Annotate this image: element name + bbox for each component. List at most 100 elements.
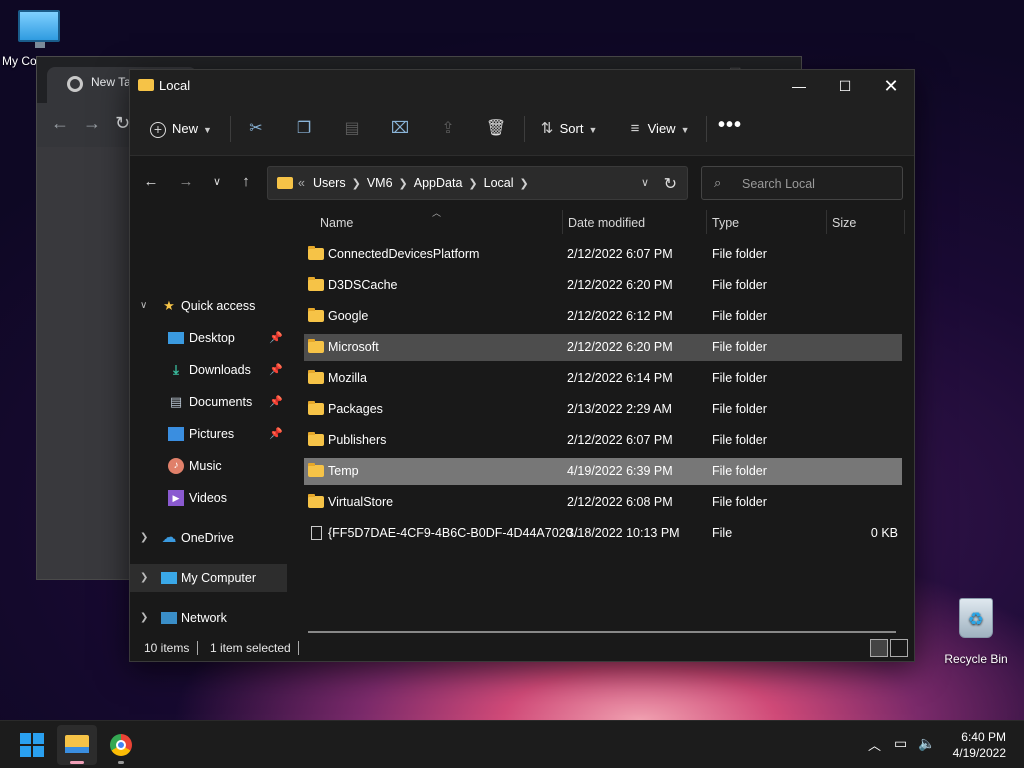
nav-item-desktop[interactable]: Desktop 📌	[130, 324, 287, 352]
file-row[interactable]: ConnectedDevicesPlatform 2/12/2022 6:07 …	[304, 241, 902, 268]
file-name: Google	[328, 309, 369, 323]
file-type: File folder	[712, 495, 767, 509]
nav-quick-access[interactable]: ∨ ★ Quick access	[130, 292, 287, 320]
download-icon: ⤓	[173, 362, 179, 377]
column-type[interactable]: Type	[712, 216, 739, 230]
breadcrumb-item-appdata[interactable]: AppData	[414, 176, 463, 190]
nav-item-downloads[interactable]: ⤓ Downloads 📌	[130, 356, 287, 384]
delete-icon[interactable]: 🗑	[481, 116, 511, 142]
horizontal-scrollbar[interactable]	[308, 631, 896, 633]
file-list: ︿ Name Date modified Type Size Connected…	[290, 208, 914, 628]
nav-label: OneDrive	[181, 531, 234, 545]
file-row[interactable]: Publishers 2/12/2022 6:07 PM File folder	[304, 427, 902, 454]
maximize-button[interactable]: ☐	[822, 70, 868, 102]
clock-date: 4/19/2022	[952, 746, 1006, 760]
breadcrumb-overflow[interactable]: «	[298, 176, 305, 190]
view-icon: ≡	[630, 120, 640, 137]
new-label: New	[172, 121, 199, 136]
desktop-icon-recycle-bin[interactable]: ♻ Recycle Bin	[940, 598, 1012, 666]
up-button[interactable]: ↑	[234, 173, 258, 193]
file-row[interactable]: VirtualStore 2/12/2022 6:08 PM File fold…	[304, 489, 902, 516]
column-size[interactable]: Size	[832, 216, 856, 230]
recent-locations-button[interactable]: ∨	[205, 175, 229, 195]
status-divider	[298, 641, 299, 655]
refresh-icon[interactable]: ↻	[664, 174, 677, 194]
system-clock[interactable]: 6:40 PM 4/19/2022	[953, 729, 1006, 761]
clock-time: 6:40 PM	[961, 730, 1006, 744]
file-row[interactable]: Packages 2/13/2022 2:29 AM File folder	[304, 396, 902, 423]
file-date: 2/12/2022 6:07 PM	[567, 433, 673, 447]
chrome-back-icon[interactable]: ←	[51, 113, 69, 134]
file-row-selected[interactable]: Temp 4/19/2022 6:39 PM File folder	[304, 458, 902, 485]
toolbar-divider	[706, 116, 707, 142]
chevron-up-icon[interactable]: ︿	[868, 735, 881, 754]
plus-icon: +	[150, 121, 166, 138]
view-button[interactable]: ≡ View ▼	[626, 116, 690, 142]
sort-button[interactable]: ⇅ Sort ▼	[538, 116, 598, 142]
rename-icon[interactable]: ⌧	[385, 116, 415, 142]
column-divider[interactable]	[706, 210, 707, 234]
column-divider[interactable]	[562, 210, 563, 234]
chevron-down-icon[interactable]: ∨	[140, 292, 147, 320]
breadcrumb-item-local[interactable]: Local	[484, 176, 514, 190]
file-row[interactable]: {FF5D7DAE-4CF9-4B6C-B0DF-4D44A7020... 3/…	[304, 520, 902, 547]
column-divider[interactable]	[826, 210, 827, 234]
breadcrumb-item-users[interactable]: Users	[313, 176, 346, 190]
tiles-view-button[interactable]	[890, 639, 908, 657]
selection-count: 1 item selected	[210, 641, 291, 655]
pictures-icon	[168, 427, 184, 441]
breadcrumb-item-vm6[interactable]: VM6	[367, 176, 393, 190]
file-row-hovered[interactable]: Microsoft 2/12/2022 6:20 PM File folder	[304, 334, 902, 361]
copy-icon[interactable]: ❐	[289, 116, 319, 142]
column-name[interactable]: Name	[320, 216, 353, 230]
item-count: 10 items	[144, 641, 190, 655]
back-button[interactable]: ←	[139, 173, 163, 193]
chrome-reload-icon[interactable]: ↻	[115, 113, 130, 134]
breadcrumb: «Users ❯ VM6 ❯ AppData ❯ Local ❯	[298, 176, 529, 190]
network-tray-icon[interactable]: ▭	[894, 735, 907, 752]
folder-icon	[308, 401, 324, 415]
chevron-right-icon[interactable]: ❯	[140, 564, 148, 592]
status-bar: 10 items 1 item selected	[130, 635, 914, 661]
chevron-right-icon[interactable]: ❯	[140, 604, 148, 632]
nav-label: Quick access	[181, 299, 256, 313]
file-row[interactable]: D3DSCache 2/12/2022 6:20 PM File folder	[304, 272, 902, 299]
nav-item-videos[interactable]: ▶ Videos	[130, 484, 287, 512]
close-button[interactable]: ✕	[868, 70, 914, 102]
taskbar-chrome[interactable]	[101, 725, 141, 765]
address-dropdown-icon[interactable]: ∨	[641, 176, 649, 189]
start-button[interactable]	[20, 733, 44, 757]
details-view-button[interactable]	[870, 639, 888, 657]
nav-item-documents[interactable]: ▤ Documents 📌	[130, 388, 287, 416]
share-icon[interactable]: ⇪	[433, 116, 463, 142]
file-type: File folder	[712, 402, 767, 416]
nav-network[interactable]: ❯ Network	[130, 604, 287, 632]
nav-item-music[interactable]: ♪ Music	[130, 452, 287, 480]
paste-icon[interactable]: ▤	[337, 116, 367, 142]
chrome-forward-icon[interactable]: →	[83, 113, 101, 134]
more-options-button[interactable]: •••	[718, 112, 742, 138]
cut-icon[interactable]: ✂	[241, 116, 271, 142]
desktop-icon	[168, 332, 184, 344]
taskbar-file-explorer[interactable]	[57, 725, 97, 765]
new-button[interactable]: + New ▼	[150, 116, 212, 142]
file-name: Publishers	[328, 433, 387, 447]
running-indicator	[118, 761, 124, 764]
folder-icon	[308, 494, 324, 508]
volume-icon[interactable]: 🔈	[918, 735, 935, 752]
file-row[interactable]: Google 2/12/2022 6:12 PM File folder	[304, 303, 902, 330]
nav-onedrive[interactable]: ❯ ☁ OneDrive	[130, 524, 287, 552]
nav-item-pictures[interactable]: Pictures 📌	[130, 420, 287, 448]
column-date-modified[interactable]: Date modified	[568, 216, 645, 230]
minimize-button[interactable]: —	[776, 70, 822, 102]
nav-my-computer[interactable]: ❯ My Computer	[130, 564, 287, 592]
address-bar[interactable]: «Users ❯ VM6 ❯ AppData ❯ Local ❯ ∨ ↻	[267, 166, 688, 200]
file-name: D3DSCache	[328, 278, 398, 292]
column-divider[interactable]	[904, 210, 905, 234]
file-row[interactable]: Mozilla 2/12/2022 6:14 PM File folder	[304, 365, 902, 392]
forward-button[interactable]: →	[174, 173, 198, 193]
chevron-right-icon[interactable]: ❯	[140, 524, 148, 552]
search-input[interactable]: ⌕ Search Local	[701, 166, 903, 200]
chevron-down-icon: ▼	[680, 125, 690, 135]
music-icon: ♪	[168, 458, 184, 474]
